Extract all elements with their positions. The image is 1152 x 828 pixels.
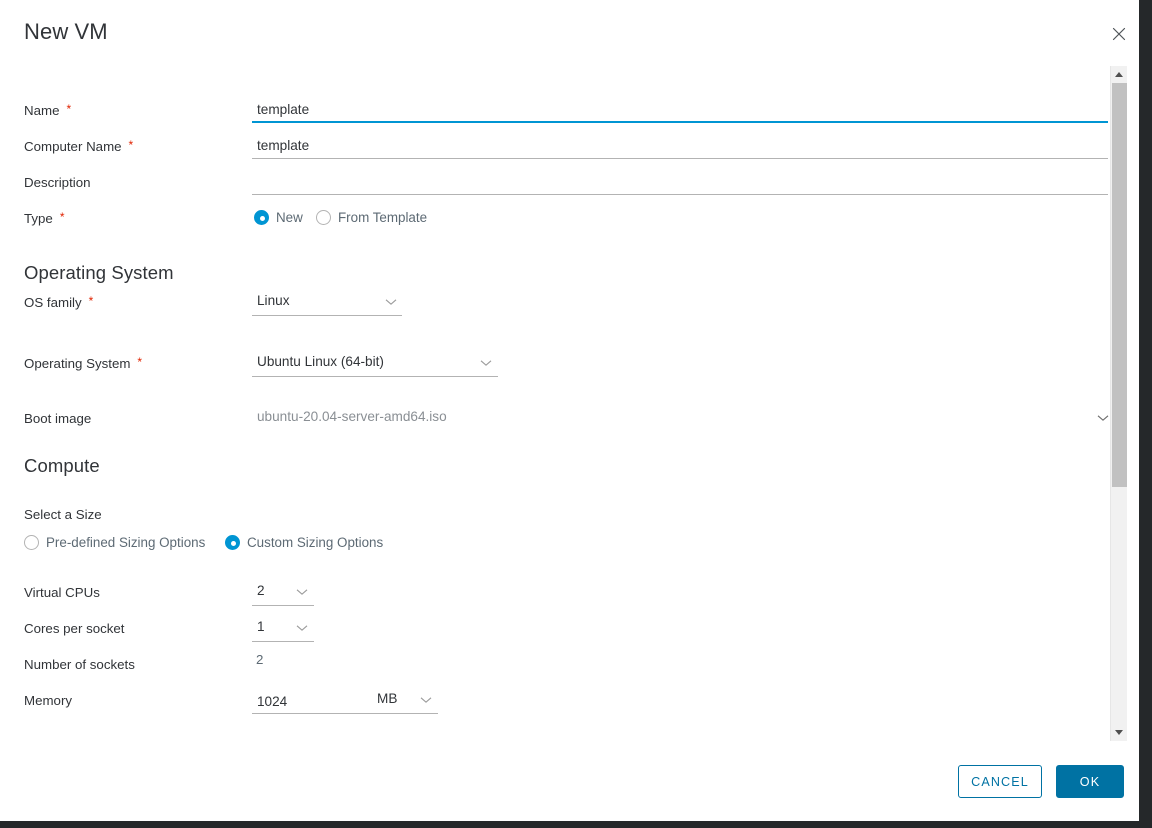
operating-system-select[interactable]: Ubuntu Linux (64-bit) <box>252 352 498 377</box>
vertical-scrollbar[interactable] <box>1110 66 1127 741</box>
label-operating-system: Operating System * <box>24 352 142 376</box>
control-boot-image: ubuntu-20.04-server-amd64.iso <box>252 407 1109 432</box>
chevron-down-icon <box>1097 415 1109 421</box>
label-cores-per-socket: Cores per socket <box>24 621 125 636</box>
label-description-text: Description <box>24 175 91 190</box>
cores-per-socket-value: 1 <box>257 619 265 634</box>
name-input[interactable] <box>252 99 1108 123</box>
caret-up-icon <box>1115 72 1123 77</box>
section-title-compute: Compute <box>24 455 100 476</box>
number-of-sockets-value: 2 <box>256 652 264 667</box>
control-computer-name <box>252 135 1108 159</box>
control-os-family: Linux <box>252 291 402 316</box>
computer-name-input[interactable] <box>252 135 1108 159</box>
chevron-down-icon <box>296 625 308 631</box>
label-description: Description <box>24 171 91 195</box>
dialog-header: New VM <box>0 0 1139 65</box>
memory-unit-value: MB <box>377 691 398 706</box>
scroll-down-button[interactable] <box>1111 724 1127 741</box>
boot-image-select[interactable]: ubuntu-20.04-server-amd64.iso <box>252 407 1109 432</box>
radio-label: Custom Sizing Options <box>247 535 384 550</box>
dialog-footer: CANCEL OK <box>0 741 1139 821</box>
close-icon[interactable] <box>1104 19 1134 49</box>
radio-label: Pre-defined Sizing Options <box>46 535 206 550</box>
label-boot-image-text: Boot image <box>24 411 92 426</box>
section-title-operating-system: Operating System <box>24 262 174 283</box>
operating-system-value: Ubuntu Linux (64-bit) <box>257 354 384 369</box>
label-number-of-sockets: Number of sockets <box>24 657 135 672</box>
label-computer-name: Computer Name * <box>24 135 133 159</box>
control-description <box>252 171 1108 195</box>
required-asterisk: * <box>137 355 143 369</box>
ok-button[interactable]: OK <box>1056 765 1124 798</box>
browser-viewport: New VM Name * template Computer Name * t… <box>0 0 1139 821</box>
label-memory: Memory <box>24 693 73 708</box>
memory-input[interactable] <box>252 690 362 714</box>
chevron-down-icon <box>385 299 397 305</box>
virtual-cpus-value: 2 <box>257 583 265 598</box>
virtual-cpus-select[interactable]: 2 <box>252 581 314 606</box>
required-asterisk: * <box>59 210 65 224</box>
label-name: Name * <box>24 99 71 123</box>
chevron-down-icon <box>296 589 308 595</box>
scrollbar-thumb[interactable] <box>1112 83 1127 487</box>
label-boot-image: Boot image <box>24 407 91 431</box>
chevron-down-icon <box>420 697 432 703</box>
label-operating-system-text: Operating System <box>24 356 131 371</box>
label-os-family-text: OS family <box>24 295 82 310</box>
os-family-value: Linux <box>257 293 290 308</box>
label-name-text: Name <box>24 103 60 118</box>
memory-control-group: MB <box>252 689 438 714</box>
new-vm-dialog: New VM Name * template Computer Name * t… <box>0 0 1139 821</box>
label-type-text: Type <box>24 211 53 226</box>
chevron-down-icon <box>480 360 492 366</box>
page-title: New VM <box>24 19 108 44</box>
size-radio-group: Pre-defined Sizing Options Custom Sizing… <box>24 532 624 556</box>
caret-down-icon <box>1115 730 1123 735</box>
label-select-a-size: Select a Size <box>24 507 102 522</box>
radio-label: From Template <box>338 210 428 225</box>
required-asterisk: * <box>88 294 94 308</box>
control-memory: MB <box>252 689 438 714</box>
control-cores-per-socket: 1 <box>252 617 314 642</box>
boot-image-value: ubuntu-20.04-server-amd64.iso <box>257 409 447 424</box>
required-asterisk: * <box>128 138 134 152</box>
label-os-family: OS family * <box>24 291 93 315</box>
description-input[interactable] <box>252 171 1108 195</box>
label-computer-name-text: Computer Name <box>24 139 122 154</box>
viewport-bottom-chrome <box>0 821 1152 828</box>
dialog-body: Name * Computer Name * <box>0 66 1139 741</box>
label-virtual-cpus: Virtual CPUs <box>24 585 100 600</box>
scroll-up-button[interactable] <box>1111 66 1127 83</box>
radio-label: New <box>276 210 303 225</box>
radio-dot <box>225 535 240 550</box>
control-operating-system: Ubuntu Linux (64-bit) <box>252 352 498 377</box>
cores-per-socket-select[interactable]: 1 <box>252 617 314 642</box>
required-asterisk: * <box>66 102 72 116</box>
radio-dot <box>316 210 331 225</box>
radio-dot <box>24 535 39 550</box>
os-family-select[interactable]: Linux <box>252 291 402 316</box>
label-type: Type * <box>24 207 65 231</box>
control-virtual-cpus: 2 <box>252 581 314 606</box>
cancel-button[interactable]: CANCEL <box>958 765 1042 798</box>
radio-dot <box>254 210 269 225</box>
control-name <box>252 99 1108 123</box>
viewport-right-chrome <box>1139 0 1152 828</box>
